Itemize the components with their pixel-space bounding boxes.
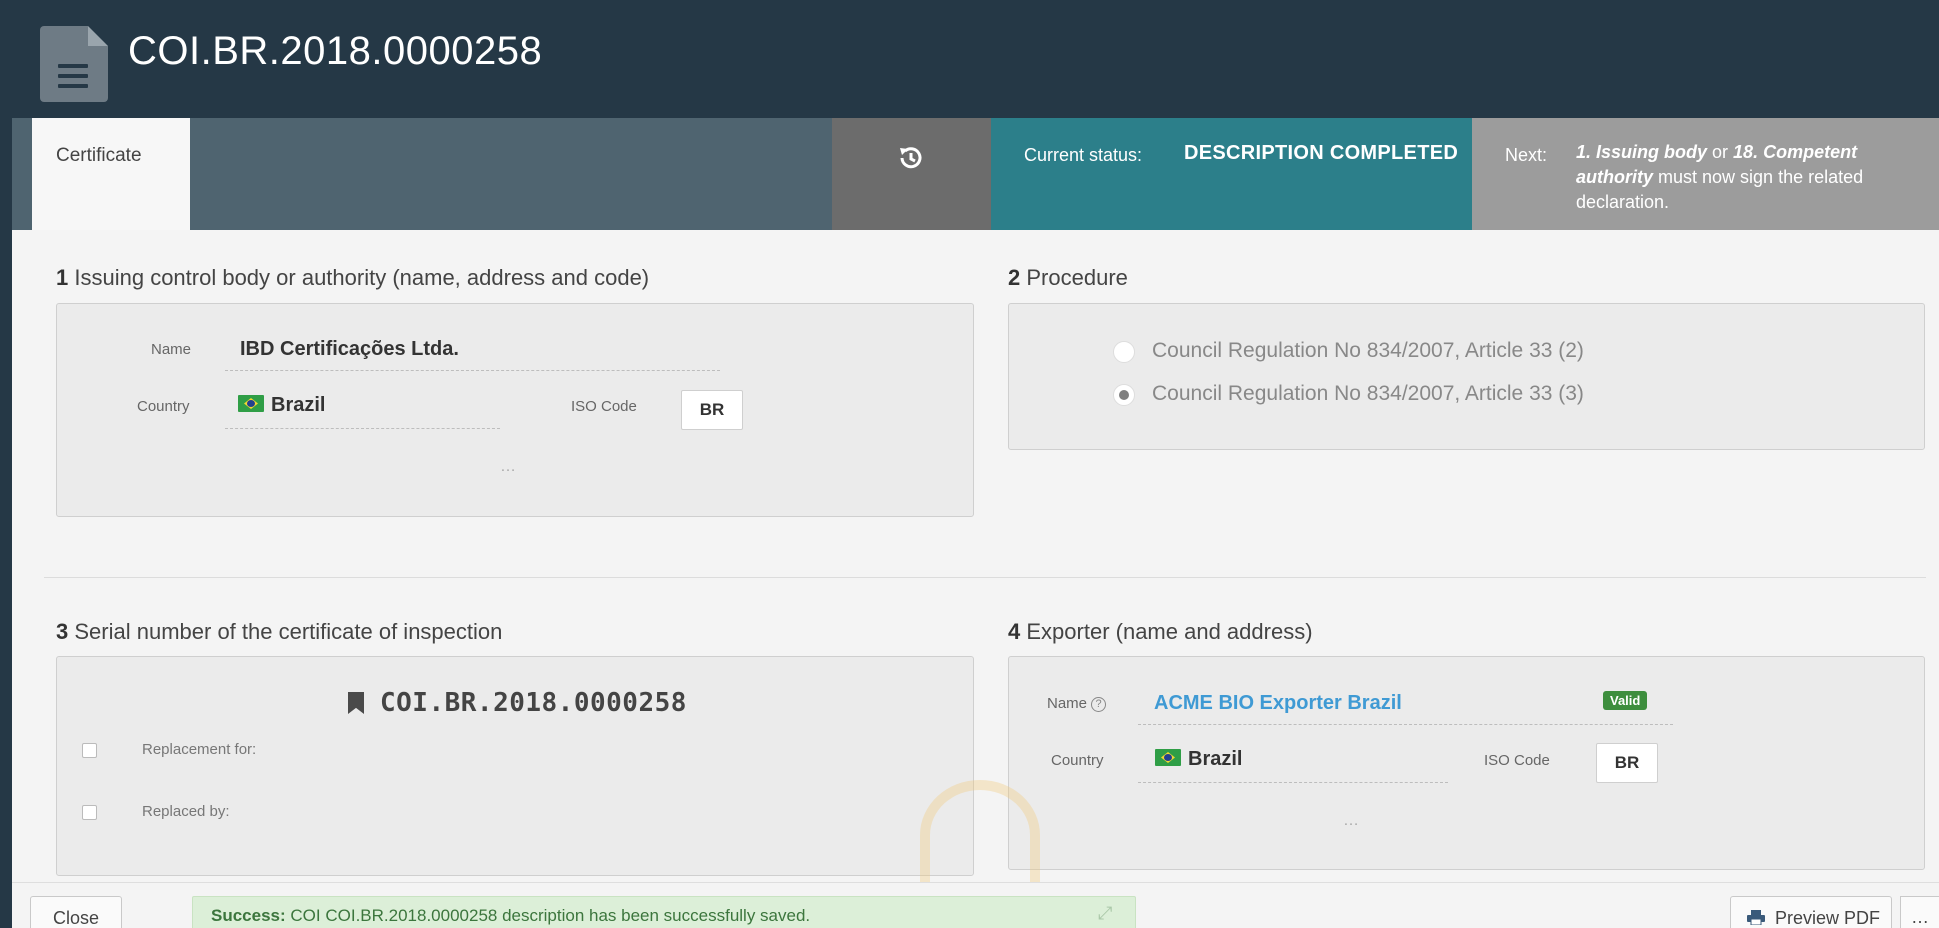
tab-certificate[interactable]: Certificate — [32, 118, 190, 230]
next-step-box: Next: 1. Issuing body or 18. Competent a… — [1472, 118, 1939, 230]
preview-pdf-label: Preview PDF — [1775, 908, 1881, 928]
exporter-country-label: Country — [1051, 752, 1104, 769]
printer-icon — [1747, 910, 1765, 925]
replaced-by-checkbox[interactable] — [82, 805, 97, 820]
procedure-radio-1[interactable] — [1113, 341, 1135, 363]
section-2-panel — [1008, 303, 1925, 450]
replacement-for-checkbox[interactable] — [82, 743, 97, 758]
section-4-title: 4 Exporter (name and address) — [1008, 619, 1313, 644]
exporter-name-link[interactable]: ACME BIO Exporter Brazil — [1154, 692, 1402, 715]
exporter-name-underline — [1138, 724, 1673, 725]
flag-brazil-icon — [1155, 749, 1181, 766]
flag-brazil-icon — [238, 395, 264, 412]
preview-pdf-button[interactable]: Preview PDF — [1730, 896, 1892, 928]
exporter-iso-field[interactable]: BR — [1596, 743, 1658, 783]
close-button[interactable]: Close — [30, 896, 122, 928]
history-button[interactable] — [832, 118, 991, 230]
section-2-title: 2 Procedure — [1008, 265, 1128, 290]
section-3-title: 3 Serial number of the certificate of in… — [56, 619, 503, 644]
issuer-iso-field[interactable]: BR — [681, 390, 743, 430]
valid-badge: Valid — [1603, 691, 1648, 710]
page-title: COI.BR.2018.0000258 — [128, 29, 543, 73]
app-window: COI.BR.2018.0000258 Certificate Current … — [0, 0, 1939, 928]
expand-icon[interactable]: ⤢ — [1098, 903, 1112, 924]
issuer-country-underline — [225, 428, 500, 429]
current-status-value: DESCRIPTION COMPLETED — [1184, 142, 1459, 164]
replaced-by-label: Replaced by: — [142, 803, 230, 820]
issuer-name-label: Name — [151, 341, 192, 358]
procedure-option-2-label[interactable]: Council Regulation No 834/2007, Article … — [1152, 382, 1584, 406]
history-icon — [900, 147, 922, 169]
serial-number: COI.BR.2018.0000258 — [380, 688, 687, 718]
success-alert: Success: COI COI.BR.2018.0000258 descrip… — [192, 896, 1136, 928]
more-options-button[interactable]: … — [1900, 896, 1939, 928]
exporter-name-label: Name? — [1047, 695, 1107, 712]
replacement-for-label: Replacement for: — [142, 741, 257, 758]
tab-certificate-label: Certificate — [56, 145, 142, 166]
exporter-iso-label: ISO Code — [1484, 752, 1550, 769]
current-status-label: Current status: — [1024, 145, 1143, 165]
watermark — [920, 780, 1040, 890]
next-step-text: 1. Issuing body or 18. Competent authori… — [1576, 142, 1864, 212]
next-step-label: Next: — [1505, 145, 1548, 165]
issuer-name-value[interactable]: IBD Certificações Ltda. — [240, 338, 459, 361]
issuer-iso-label: ISO Code — [571, 398, 637, 415]
procedure-option-1-label[interactable]: Council Regulation No 834/2007, Article … — [1152, 339, 1584, 363]
procedure-radio-2[interactable] — [1113, 384, 1135, 406]
document-icon — [40, 26, 108, 102]
issuer-country-label: Country — [137, 398, 190, 415]
help-icon[interactable]: ? — [1091, 697, 1107, 712]
exporter-more-button[interactable]: … — [1343, 812, 1360, 830]
section-4-panel — [1008, 656, 1925, 870]
section-1-title: 1 Issuing control body or authority (nam… — [56, 265, 650, 290]
exporter-country-value[interactable]: Brazil — [1155, 748, 1242, 771]
section-divider — [44, 577, 1926, 578]
issuer-name-underline — [225, 370, 720, 371]
current-status-box: Current status: DESCRIPTION COMPLETED — [991, 118, 1472, 230]
section-1-panel — [56, 303, 974, 517]
left-edge — [0, 0, 12, 928]
issuer-more-button[interactable]: … — [500, 458, 517, 476]
exporter-country-underline — [1138, 782, 1448, 783]
issuer-country-value[interactable]: Brazil — [238, 394, 325, 417]
